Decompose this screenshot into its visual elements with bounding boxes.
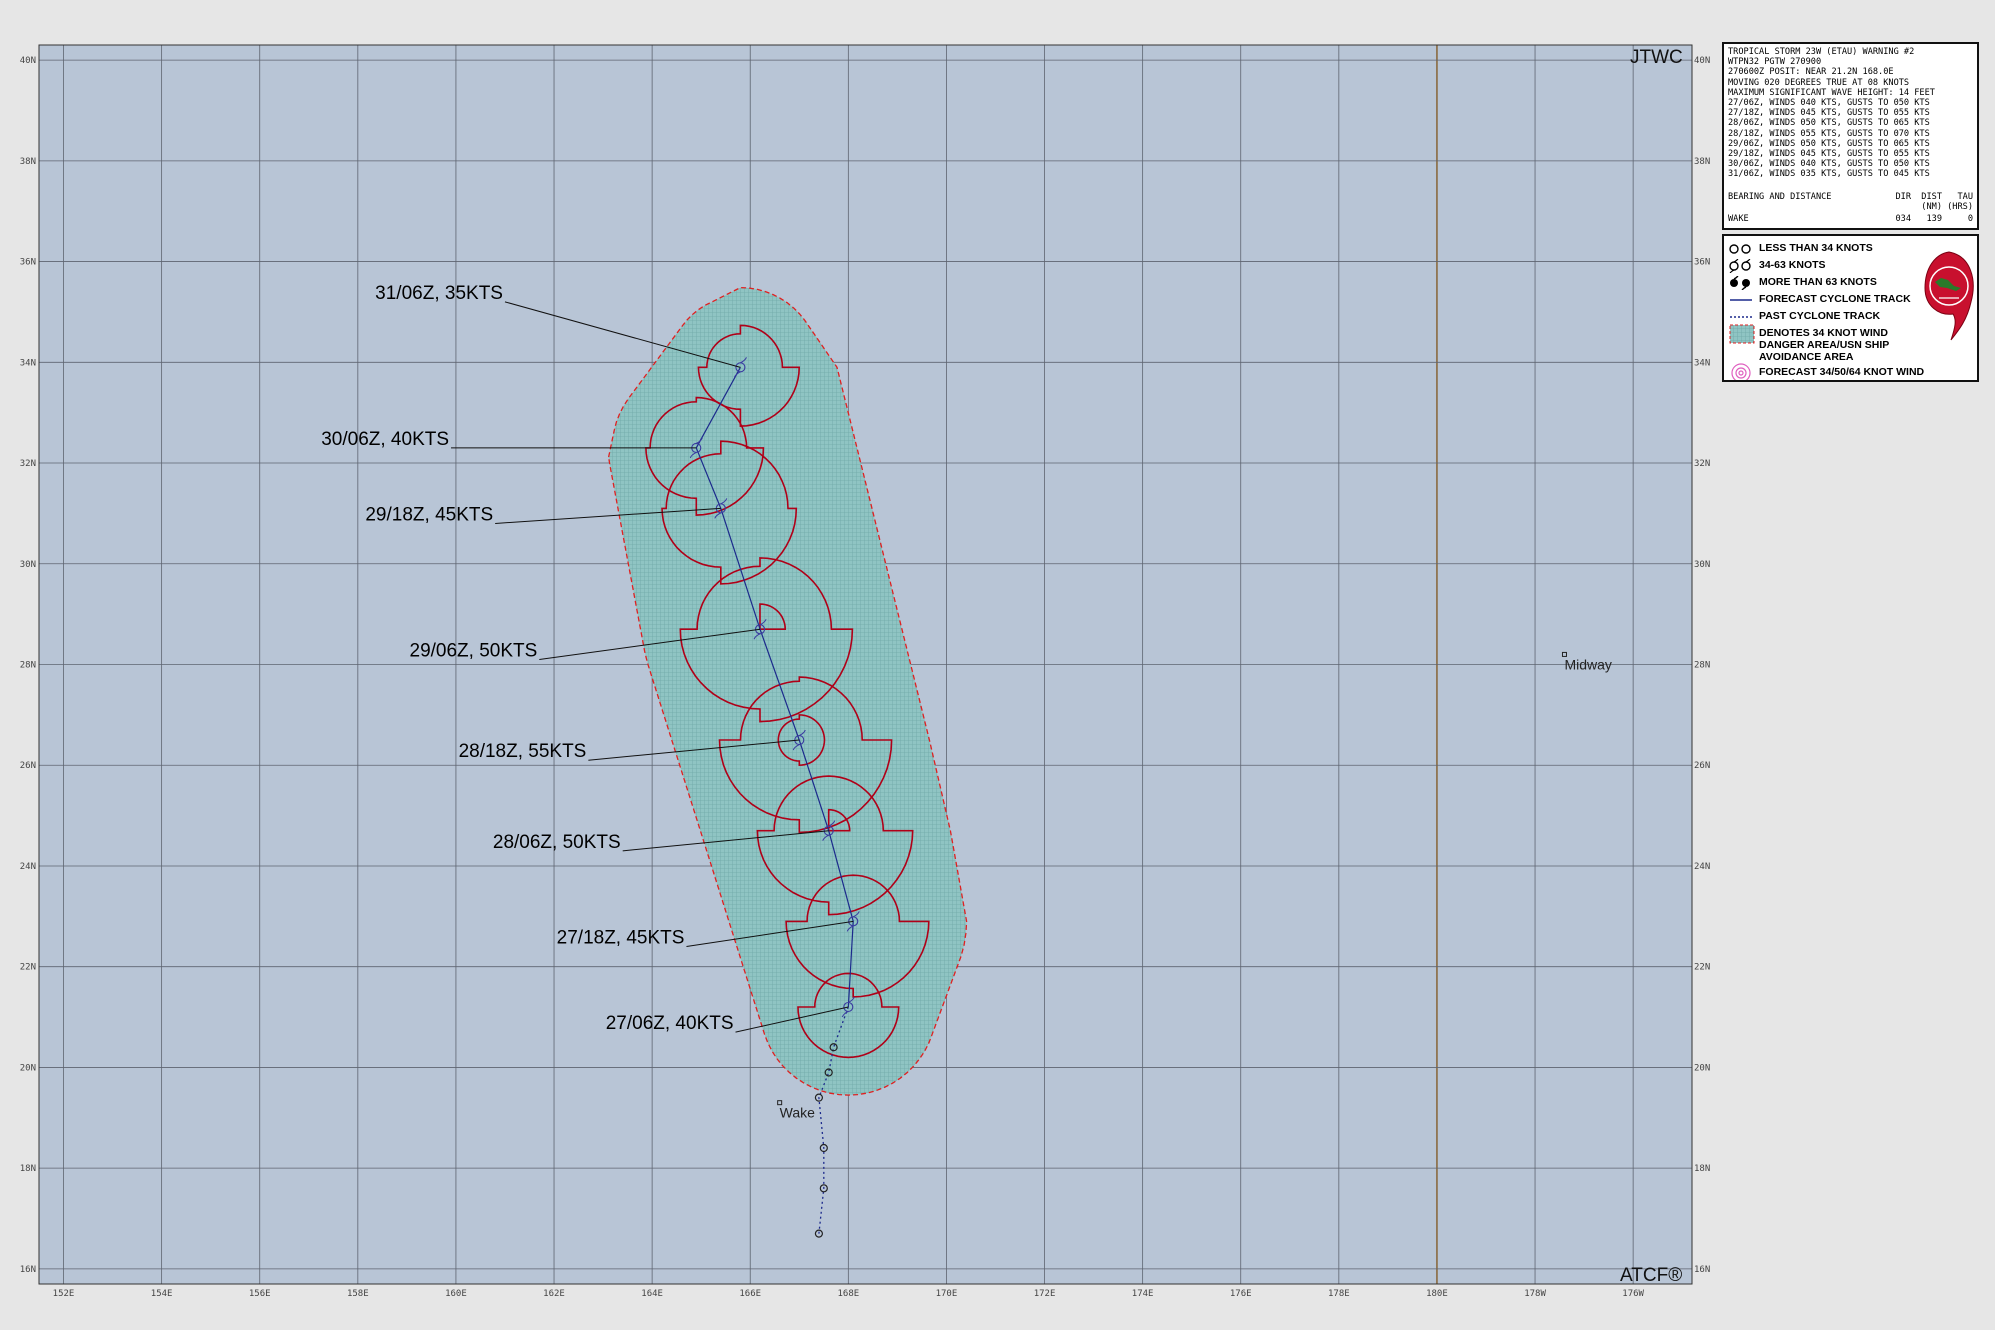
lat-label-right: 16N	[1694, 1265, 1710, 1275]
lat-label-right: 30N	[1694, 560, 1710, 570]
typhoon-icon	[1729, 276, 1759, 290]
solid-line-icon	[1729, 293, 1759, 307]
lat-label-right: 26N	[1694, 761, 1710, 771]
jtwc-brand: JTWC	[1630, 47, 1683, 68]
warning-line: 29/18Z, WINDS 045 KTS, GUSTS TO 055 KTS	[1728, 149, 1930, 160]
lon-label: 174E	[1132, 1289, 1154, 1299]
lat-label-left: 30N	[20, 560, 36, 570]
lat-label-right: 32N	[1694, 459, 1710, 469]
warning-line: MOVING 020 DEGREES TRUE AT 08 KNOTS	[1728, 77, 1910, 88]
dist-header: DIST	[1921, 191, 1942, 202]
lat-label-right: 38N	[1694, 157, 1710, 167]
lat-label-left: 40N	[20, 56, 36, 66]
station-dist: 139	[1926, 214, 1942, 225]
lon-label: 158E	[347, 1289, 369, 1299]
lat-label-left: 16N	[20, 1265, 36, 1275]
station-dir: 034	[1895, 214, 1911, 225]
forecast-label: 29/06Z, 50KTS	[410, 640, 538, 661]
forecast-label: 29/18Z, 45KTS	[365, 504, 493, 525]
lon-label: 178W	[1524, 1289, 1546, 1299]
warning-line: MAXIMUM SIGNIFICANT WAVE HEIGHT: 14 FEET	[1728, 87, 1935, 98]
warning-line: 270600Z POSIT: NEAR 21.2N 168.0E	[1728, 67, 1894, 78]
lat-label-right: 24N	[1694, 862, 1710, 872]
lon-label: 180E	[1426, 1289, 1448, 1299]
station-tau: 0	[1967, 214, 1973, 225]
warning-line: 28/06Z, WINDS 050 KTS, GUSTS TO 065 KTS	[1728, 118, 1930, 129]
danger-area-swatch-icon	[1729, 324, 1759, 344]
lon-label: 178E	[1328, 1289, 1350, 1299]
lon-label: 152E	[53, 1289, 75, 1299]
bearing-header-row: (NM) (HRS)	[1728, 202, 1973, 212]
forecast-label: 28/06Z, 50KTS	[493, 832, 621, 853]
dist-unit: (NM)	[1921, 201, 1942, 212]
warning-line: 30/06Z, WINDS 040 KTS, GUSTS TO 050 KTS	[1728, 159, 1930, 170]
lat-label-right: 36N	[1694, 258, 1710, 268]
lat-label-left: 38N	[20, 157, 36, 167]
lon-label: 162E	[543, 1289, 565, 1299]
warning-line: WTPN32 PGTW 270900	[1728, 57, 1822, 68]
lat-label-right: 34N	[1694, 358, 1710, 368]
lat-label-left: 32N	[20, 459, 36, 469]
warning-line: TROPICAL STORM 23W (ETAU) WARNING #2	[1728, 47, 1915, 57]
lat-label-right: 18N	[1694, 1164, 1710, 1174]
wind-radii-icon	[1729, 363, 1759, 380]
lat-label-right: 40N	[1694, 56, 1710, 66]
lat-label-left: 18N	[20, 1164, 36, 1174]
lon-label: 154E	[151, 1289, 173, 1299]
lon-label: 166E	[739, 1289, 761, 1299]
tau-unit: (HRS)	[1947, 201, 1973, 212]
lat-label-left: 22N	[20, 963, 36, 973]
forecast-label: 28/18Z, 55KTS	[459, 741, 587, 762]
tropical-storm-icon	[1729, 259, 1759, 273]
atcf-brand: ATCF®	[1620, 1265, 1682, 1286]
bearing-title-row: BEARING AND DISTANCE DIR DIST TAU	[1728, 192, 1973, 202]
lon-label: 160E	[445, 1289, 467, 1299]
station-name: WAKE	[1728, 214, 1749, 225]
lat-label-left: 26N	[20, 761, 36, 771]
dir-header: DIR	[1895, 191, 1911, 202]
forecast-label: 27/06Z, 40KTS	[606, 1013, 734, 1034]
warning-line: 27/06Z, WINDS 040 KTS, GUSTS TO 050 KTS	[1728, 98, 1930, 109]
forecast-label: 31/06Z, 35KTS	[375, 283, 503, 304]
lat-label-left: 20N	[20, 1063, 36, 1073]
lon-label: 170E	[936, 1289, 958, 1299]
warning-line: 29/06Z, WINDS 050 KTS, GUSTS TO 065 KTS	[1728, 138, 1930, 149]
open-circle-icon	[1729, 242, 1759, 256]
lat-label-left: 34N	[20, 358, 36, 368]
warning-text-lines: TROPICAL STORM 23W (ETAU) WARNING #2 WTPN…	[1728, 47, 1973, 180]
lon-label: 168E	[837, 1289, 859, 1299]
legend-row-wind-radii: FORECAST 34/50/64 KNOT WIND RADII (WINDS…	[1729, 363, 1972, 380]
legend-box: LESS THAN 34 KNOTS 34-63 KNOTS MORE THAN…	[1722, 234, 1979, 382]
lat-label-left: 36N	[20, 258, 36, 268]
warning-line: 28/18Z, WINDS 055 KTS, GUSTS TO 070 KTS	[1728, 128, 1930, 139]
lon-label: 176E	[1230, 1289, 1252, 1299]
lon-label: 156E	[249, 1289, 271, 1299]
lat-label-left: 28N	[20, 661, 36, 671]
lat-label-left: 24N	[20, 862, 36, 872]
station-row: WAKE 034 139 0	[1728, 214, 1973, 224]
forecast-label: 27/18Z, 45KTS	[557, 928, 685, 949]
place-label: Wake	[780, 1105, 815, 1121]
jtwc-seal-logo	[1924, 251, 1974, 341]
forecast-label: 30/06Z, 40KTS	[321, 429, 449, 450]
lat-label-right: 20N	[1694, 1063, 1710, 1073]
warning-line: 31/06Z, WINDS 035 KTS, GUSTS TO 045 KTS	[1728, 169, 1930, 180]
tau-header: TAU	[1957, 191, 1973, 202]
dotted-line-icon	[1729, 310, 1759, 324]
bearing-title: BEARING AND DISTANCE	[1728, 191, 1832, 202]
lat-label-right: 22N	[1694, 963, 1710, 973]
lat-label-right: 28N	[1694, 661, 1710, 671]
place-label: Midway	[1564, 656, 1611, 672]
lon-label: 164E	[641, 1289, 663, 1299]
warning-line: 27/18Z, WINDS 045 KTS, GUSTS TO 055 KTS	[1728, 108, 1930, 119]
warning-info-box: TROPICAL STORM 23W (ETAU) WARNING #2 WTPN…	[1722, 42, 1979, 230]
lon-label: 172E	[1034, 1289, 1056, 1299]
lon-label: 176W	[1622, 1289, 1644, 1299]
tropical-cyclone-map: 27/06Z, 40KTS 27/18Z, 45KTS 28/06Z, 50KTS 2…	[20, 44, 1710, 1299]
